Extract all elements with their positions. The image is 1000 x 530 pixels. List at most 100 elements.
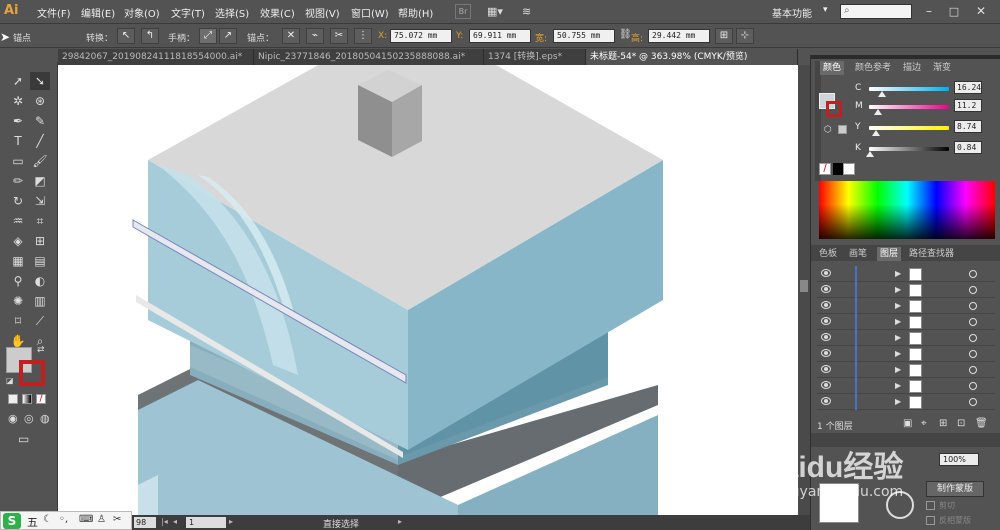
white-color-swatch[interactable] [843,163,855,175]
bridge-icon[interactable]: Br [455,4,471,19]
slice-tool-icon[interactable]: ⟋ [30,312,50,330]
mask-link-icon[interactable] [886,491,914,519]
column-graph-tool-icon[interactable]: ▥ [30,292,50,310]
none-color-swatch[interactable]: ∕ [819,163,831,175]
expand-triangle-icon[interactable]: ▶ [895,269,901,278]
gpu-performance-icon[interactable]: ≋ [522,4,538,19]
expand-triangle-icon[interactable]: ▶ [895,301,901,310]
expand-triangle-icon[interactable]: ▶ [895,365,901,374]
gradient-tool-icon[interactable]: ▤ [30,252,50,270]
y-field[interactable]: 69.911 mm [469,29,531,43]
visibility-eye-icon[interactable] [821,301,831,309]
color-spectrum[interactable] [819,181,995,239]
color-mode-icon[interactable] [8,394,18,404]
menu-help[interactable]: 帮助(H) [398,5,433,20]
delete-layer-icon[interactable]: 🗑 [975,418,988,429]
target-circle-icon[interactable] [969,398,977,406]
first-page-icon[interactable]: |◂ [161,517,168,526]
show-handles-button[interactable]: ⤢ [199,28,217,44]
layer-row[interactable]: ▶ [817,394,995,410]
shape-builder-tool-icon[interactable]: ◈ [8,232,28,250]
vertical-scrollbar[interactable] [798,65,810,515]
menu-select[interactable]: 选择(S) [215,5,249,20]
pencil-tool-icon[interactable]: ✏ [8,172,28,190]
expand-triangle-icon[interactable]: ▶ [895,285,901,294]
punctuation-icon[interactable]: ◦, [59,514,68,525]
web-safe-swatch[interactable] [838,125,847,134]
default-colors-icon[interactable]: ◪ [6,376,14,385]
menu-object[interactable]: 对象(O) [124,5,160,20]
out-of-gamut-icon[interactable]: ⬡ [824,125,832,135]
align-anchor-button[interactable]: ⋮ [354,28,372,44]
eyedropper-tool-icon[interactable]: ⚲ [8,272,28,290]
screen-mode-icon[interactable]: ▭ [18,432,29,446]
slider-thumb[interactable] [872,130,881,136]
menu-type[interactable]: 文字(T) [171,5,205,20]
magic-wand-tool-icon[interactable]: ✲ [8,92,28,110]
convert-corner-button[interactable]: ↖ [117,28,135,44]
rectangle-tool-icon[interactable]: ▭ [8,152,28,170]
pen-tool-icon[interactable]: ✒ [8,112,28,130]
expand-triangle-icon[interactable]: ▶ [895,381,901,390]
transform-button[interactable]: ⊞ [715,28,733,44]
layer-row[interactable]: ▶ [817,378,995,394]
moon-icon[interactable]: ☾ [43,514,52,525]
line-tool-icon[interactable]: ╱ [30,132,50,150]
layer-row[interactable]: ▶ [817,346,995,362]
layer-row[interactable]: ▶ [817,298,995,314]
expand-triangle-icon[interactable]: ▶ [895,317,901,326]
ime-logo[interactable]: S [3,513,21,529]
none-mode-icon[interactable]: ∕ [36,394,46,404]
draw-inside-icon[interactable]: ◍ [40,412,50,425]
mesh-tool-icon[interactable]: ▦ [8,252,28,270]
tab-gradient[interactable]: 渐变 [933,61,951,75]
target-circle-icon[interactable] [969,302,977,310]
layer-row[interactable]: ▶ [817,282,995,298]
yellow-slider[interactable] [869,126,949,136]
workspace-switcher[interactable]: 基本功能 [772,5,812,20]
keyboard-icon[interactable]: ⌨ [79,514,93,525]
tab-document-1[interactable]: 29842067_20190824111818554000.ai* [58,49,254,65]
scroll-thumb[interactable] [800,280,808,292]
curvature-tool-icon[interactable]: ✎ [30,112,50,130]
ime-mode[interactable]: 五 [27,514,38,530]
cyan-slider[interactable] [869,87,949,97]
target-circle-icon[interactable] [969,382,977,390]
direct-selection-tool-icon[interactable]: ➘ [30,72,50,90]
tab-pathfinder[interactable]: 路径查找器 [909,247,954,261]
arrange-documents-icon[interactable]: ▦▾ [487,4,511,19]
cyan-value[interactable]: 16.24 [954,81,982,94]
locate-object-icon[interactable]: ⌖ [921,418,927,429]
visibility-eye-icon[interactable] [821,269,831,277]
perspective-grid-tool-icon[interactable]: ⊞ [30,232,50,250]
expand-triangle-icon[interactable]: ▶ [895,397,901,406]
new-layer-icon[interactable]: ⊡ [957,418,965,429]
tab-color[interactable]: 颜色 [820,61,845,75]
slider-thumb[interactable] [865,151,874,157]
rotate-tool-icon[interactable]: ↻ [8,192,28,210]
lasso-tool-icon[interactable]: ⊛ [30,92,50,110]
tab-document-3[interactable]: 1374 [转换].eps* [484,49,586,65]
visibility-eye-icon[interactable] [821,349,831,357]
opacity-field[interactable]: 100% [939,453,979,466]
width-field[interactable]: 50.755 mm [553,29,615,43]
menu-edit[interactable]: 编辑(E) [81,5,115,20]
visibility-eye-icon[interactable] [821,317,831,325]
visibility-eye-icon[interactable] [821,333,831,341]
target-circle-icon[interactable] [969,286,977,294]
eraser-tool-icon[interactable]: ◩ [30,172,50,190]
draw-behind-icon[interactable]: ◎ [24,412,34,425]
selection-tool-icon[interactable]: ➚ [8,72,28,90]
visibility-eye-icon[interactable] [821,397,831,405]
menu-window[interactable]: 窗口(W) [351,5,389,20]
artboard-canvas[interactable] [58,65,798,515]
remove-anchor-button[interactable]: ✕ [282,28,300,44]
clip-checkbox[interactable] [926,501,935,510]
next-page-icon[interactable]: ▸ [229,517,233,526]
maximize-button[interactable]: □ [945,4,963,19]
status-menu-icon[interactable]: ▸ [398,517,402,526]
help-search-input[interactable]: ⌕ [840,4,912,19]
slider-thumb[interactable] [877,91,886,97]
tab-document-active[interactable]: 未标题-54* @ 363.98% (CMYK/预览) [586,49,798,65]
tab-document-2[interactable]: Nipic_23771846_20180504150235888088.ai* [254,49,484,65]
